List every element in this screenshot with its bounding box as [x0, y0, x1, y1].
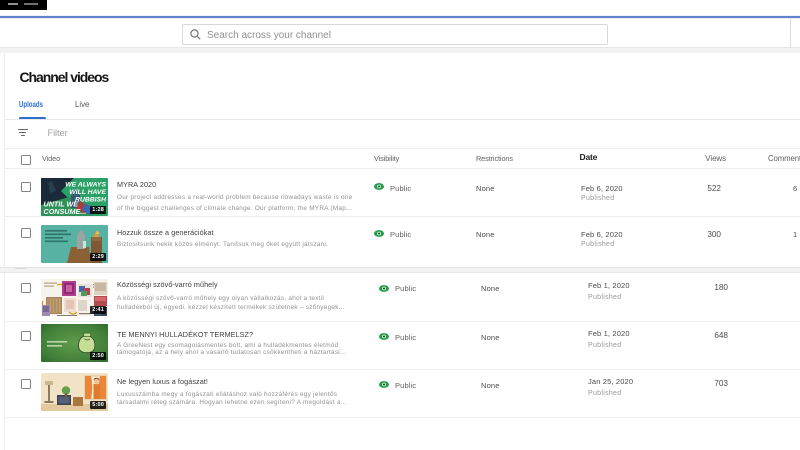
- svg-text:CONSUME...: CONSUME...: [44, 207, 87, 216]
- svg-text:RUBBISH: RUBBISH: [75, 197, 107, 204]
- svg-text:WE ALWAYS: WE ALWAYS: [65, 182, 106, 189]
- svg-text:WILL HAVE: WILL HAVE: [69, 189, 106, 196]
